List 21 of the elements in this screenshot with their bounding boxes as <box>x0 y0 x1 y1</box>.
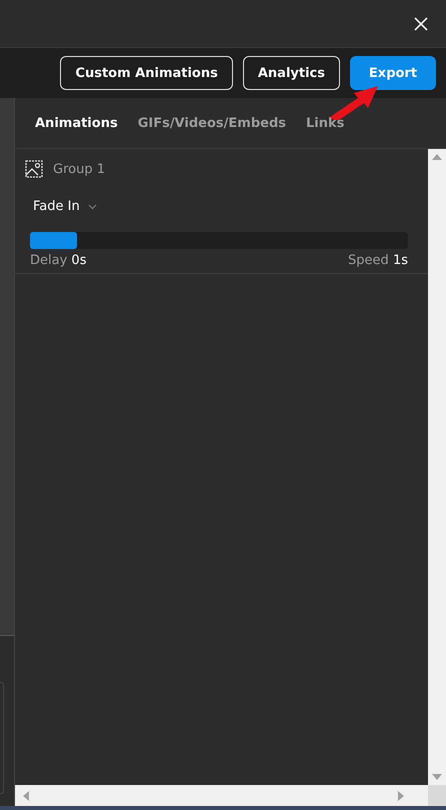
export-button[interactable]: Export <box>350 56 436 90</box>
speed-label: Speed 1s <box>348 253 408 268</box>
tab[interactable]: Animations <box>35 116 118 130</box>
chevron-down-icon <box>88 204 97 210</box>
delay-label: Delay 0s <box>30 253 86 268</box>
tab[interactable]: GIFs/Videos/Embeds <box>138 116 286 130</box>
scroll-down-icon[interactable] <box>432 774 442 780</box>
vertical-scrollbar[interactable] <box>428 149 446 785</box>
horizontal-scrollbar[interactable] <box>15 785 428 806</box>
group-title: Group 1 <box>53 162 105 176</box>
tab[interactable]: Links <box>306 116 344 130</box>
image-icon <box>25 160 43 178</box>
scroll-up-icon[interactable] <box>432 154 442 160</box>
scroll-right-icon[interactable] <box>398 790 404 800</box>
animation-dropdown[interactable]: Fade In <box>33 199 97 214</box>
toolbar-button[interactable]: Custom Animations <box>60 56 233 90</box>
close-icon[interactable] <box>414 16 428 30</box>
scroll-left-icon[interactable] <box>23 790 29 800</box>
toolbar-button[interactable]: Analytics <box>242 56 340 90</box>
scrollbar-corner <box>428 785 446 806</box>
timeline-track[interactable] <box>30 232 408 249</box>
